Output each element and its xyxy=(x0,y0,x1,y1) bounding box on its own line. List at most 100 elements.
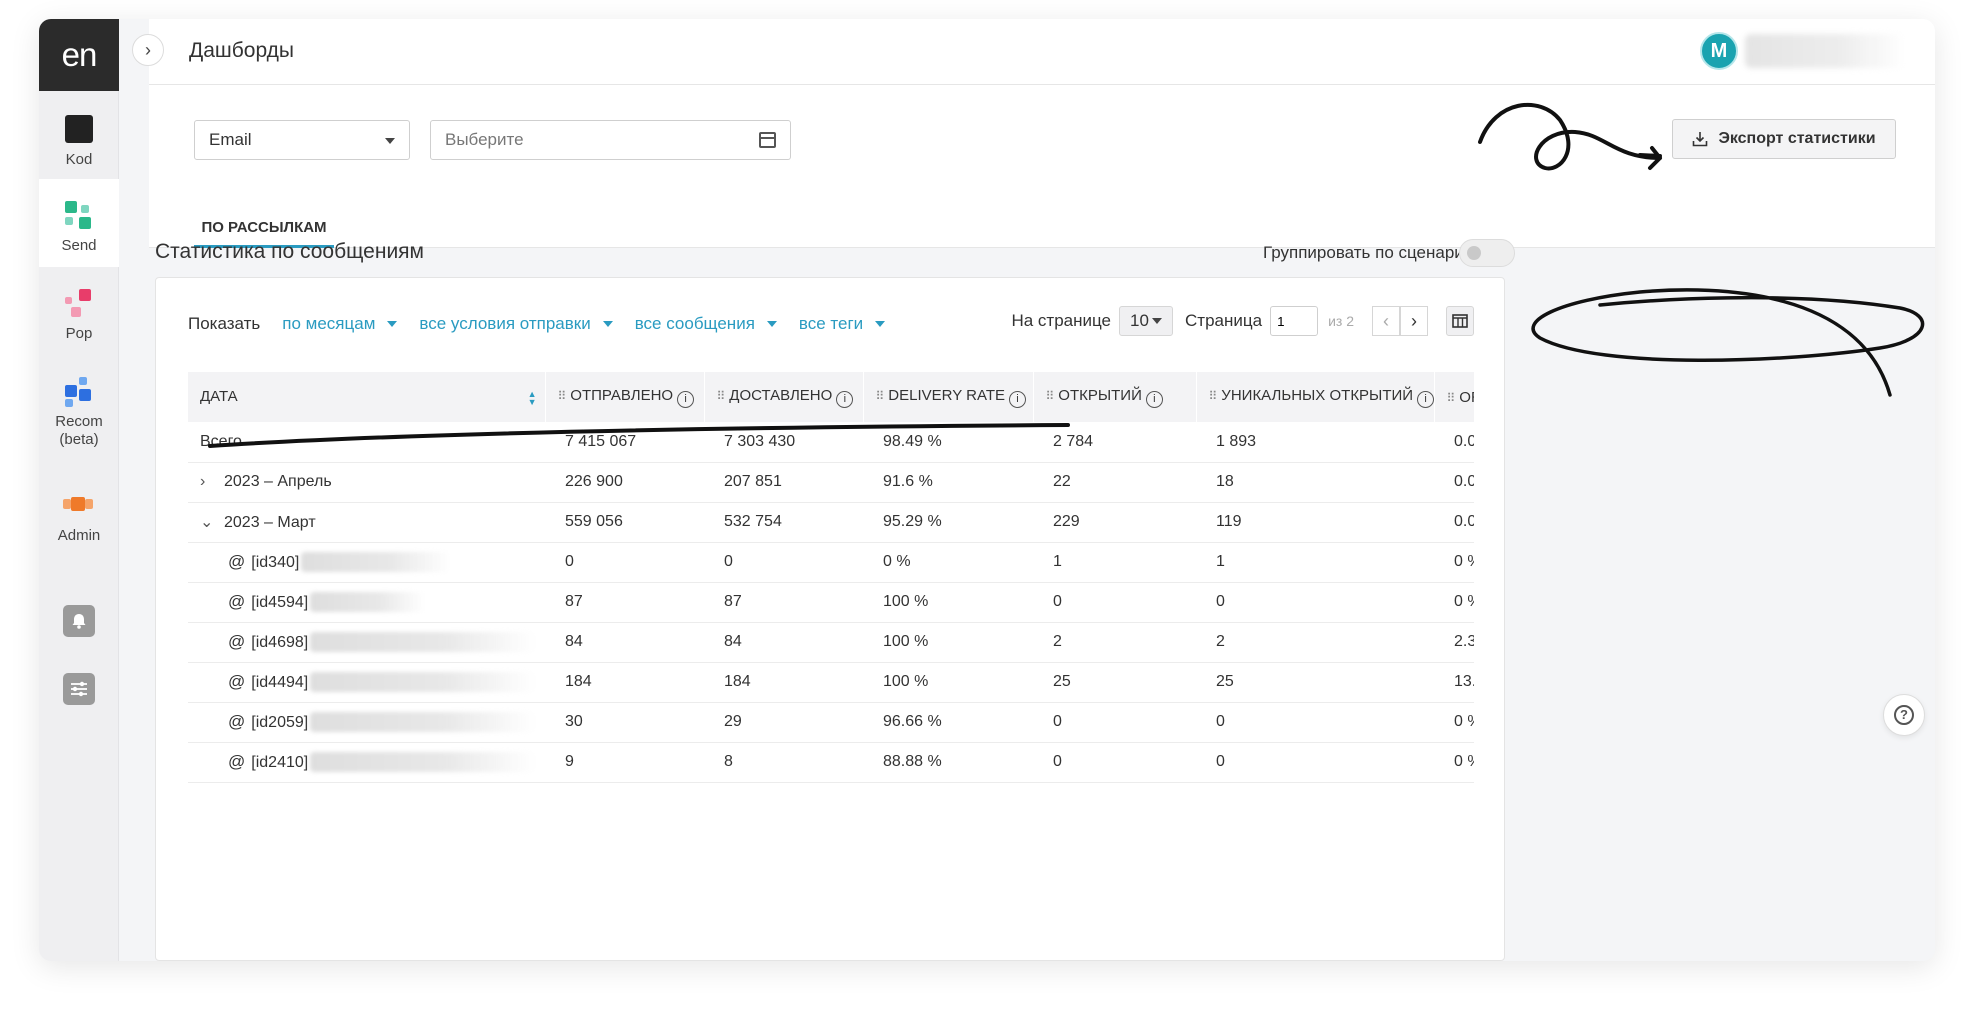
cell-delivered: 7 303 430 xyxy=(704,422,863,463)
chevron-right-icon[interactable]: › xyxy=(200,473,216,491)
message-name-redacted xyxy=(310,592,426,613)
cell-opens: 229 xyxy=(1033,502,1196,543)
sidebar-item-send[interactable]: Send xyxy=(39,179,119,267)
drag-handle-icon[interactable]: ⠿ xyxy=(876,389,885,403)
email-at-icon: @ xyxy=(228,631,246,651)
sidebar-toggle-button[interactable]: › xyxy=(132,34,164,66)
cell-unique-opens: 0 xyxy=(1196,582,1434,623)
table-row-month[interactable]: ⌄ 2023 – Март 559 056 532 754 95.29 % 229… xyxy=(188,502,1474,543)
cell-opens: 1 xyxy=(1033,542,1196,583)
page-title: Дашборды xyxy=(189,39,294,62)
column-header-date[interactable]: Дата ▲ ▼ xyxy=(188,372,546,422)
cell-delivery-rate: 96.66 % xyxy=(863,702,1033,743)
channel-select-value: Email xyxy=(209,130,252,149)
row-label[interactable]: [id4494] xyxy=(251,674,308,691)
drag-handle-icon[interactable]: ⠿ xyxy=(558,389,567,403)
sidebar-item-admin[interactable]: Admin xyxy=(39,469,119,557)
info-icon[interactable]: i xyxy=(677,390,695,408)
row-label[interactable]: [id340] xyxy=(251,554,299,571)
row-label[interactable]: [id4594] xyxy=(251,594,308,611)
table-row-message[interactable]: @ [id2410] 9 8 88.88 % 0 0 0 % xyxy=(188,742,1474,783)
tags-dropdown[interactable]: все теги xyxy=(799,314,886,334)
message-name-redacted xyxy=(301,552,452,573)
chevron-down-icon[interactable]: ⌄ xyxy=(200,512,216,532)
sidebar-item-label: Send xyxy=(61,237,97,254)
table-row-message[interactable]: @ [id4594] 87 87 100 % 0 0 0 % xyxy=(188,582,1474,623)
info-icon[interactable]: i xyxy=(1009,390,1027,408)
column-header-unique-opens[interactable]: ⠿ Уникальных открытий i xyxy=(1196,372,1435,422)
email-at-icon: @ xyxy=(228,751,246,771)
info-icon[interactable]: i xyxy=(836,390,854,408)
table-row-message[interactable]: @ [id340] 0 0 0 % 1 1 0 % xyxy=(188,542,1474,583)
drag-handle-icon[interactable]: ⠿ xyxy=(1447,391,1456,405)
pagination: На странице 10 Страница из 2 ‹ › xyxy=(1011,306,1474,336)
row-label-cell: › 2023 – Апрель xyxy=(188,462,545,503)
table-row-message[interactable]: @ [id4494] 184 184 100 % 25 25 13. xyxy=(188,662,1474,703)
cell-unique-opens: 25 xyxy=(1196,662,1434,703)
page-number-input[interactable] xyxy=(1270,306,1319,336)
sidebar-item-kod[interactable]: Kod xyxy=(39,91,119,179)
email-at-icon: @ xyxy=(228,551,246,571)
drag-handle-icon[interactable]: ⠿ xyxy=(1046,389,1055,403)
help-button[interactable]: ? xyxy=(1883,694,1925,736)
drag-handle-icon[interactable]: ⠿ xyxy=(717,389,726,403)
info-icon[interactable]: i xyxy=(1417,390,1433,408)
cell-sent: 84 xyxy=(545,622,704,663)
period-dropdown[interactable]: по месяцам xyxy=(282,314,398,334)
sort-icon: ▲ ▼ xyxy=(527,389,537,407)
conditions-dropdown[interactable]: все условия отправки xyxy=(419,314,613,334)
cell-delivered: 207 851 xyxy=(704,462,863,503)
cell-or: 0.0 xyxy=(1434,422,1474,463)
page-label: Страница xyxy=(1185,311,1263,330)
cell-delivery-rate: 0 % xyxy=(863,542,1033,583)
message-name-redacted xyxy=(310,632,536,653)
column-header-sent[interactable]: ⠿ Отправлено i xyxy=(545,372,705,422)
date-range-placeholder: Выберите xyxy=(445,130,524,149)
sidebar-item-recom[interactable]: Recom (beta) xyxy=(39,355,119,469)
cell-delivered: 87 xyxy=(704,582,863,623)
row-label: Всего xyxy=(188,422,545,463)
row-label-cell: @ [id4594] xyxy=(188,582,545,623)
calendar-icon xyxy=(759,132,776,148)
settings-sliders-icon[interactable] xyxy=(63,673,95,705)
channel-select[interactable]: Email xyxy=(194,120,410,160)
question-icon: ? xyxy=(1894,705,1914,725)
messages-dropdown[interactable]: все сообщения xyxy=(635,314,777,334)
row-label[interactable]: [id2410] xyxy=(251,754,308,771)
sidebar-item-pop[interactable]: Pop xyxy=(39,267,119,355)
prev-page-button[interactable]: ‹ xyxy=(1372,306,1400,336)
email-at-icon: @ xyxy=(228,711,246,731)
row-label-cell: @ [id4494] xyxy=(188,662,545,703)
row-label[interactable]: [id4698] xyxy=(251,634,308,651)
email-at-icon: @ xyxy=(228,591,246,611)
info-icon[interactable]: i xyxy=(1145,390,1163,408)
avatar[interactable]: M xyxy=(1700,32,1738,70)
sidebar-item-label: Pop xyxy=(65,325,93,342)
bell-icon[interactable] xyxy=(63,605,95,637)
row-label-cell: ⌄ 2023 – Март xyxy=(188,502,545,543)
date-range-input[interactable]: Выберите xyxy=(430,120,791,160)
row-label[interactable]: [id2059] xyxy=(251,714,308,731)
table-row-message[interactable]: @ [id2059] 30 29 96.66 % 0 0 0 % xyxy=(188,702,1474,743)
drag-handle-icon[interactable]: ⠿ xyxy=(1209,389,1218,403)
cell-delivery-rate: 98.49 % xyxy=(863,422,1033,463)
columns-settings-button[interactable] xyxy=(1446,306,1474,336)
row-label-cell: @ [id2410] xyxy=(188,742,545,783)
logo: en xyxy=(39,19,119,91)
user-name-redacted xyxy=(1745,34,1905,68)
group-by-scenario-toggle[interactable] xyxy=(1459,239,1515,267)
next-page-button[interactable]: › xyxy=(1400,306,1428,336)
caret-down-icon xyxy=(1152,318,1163,324)
caret-down-icon xyxy=(766,321,777,327)
column-header-or[interactable]: ⠿OR xyxy=(1434,372,1474,422)
cell-or: 0 % xyxy=(1434,702,1474,743)
tab-by-campaigns[interactable]: ПО РАССЫЛКАМ xyxy=(194,187,334,248)
column-header-delivered[interactable]: ⠿ Доставлено i xyxy=(704,372,864,422)
export-statistics-button[interactable]: Экспорт статистики xyxy=(1672,119,1896,159)
per-page-select[interactable]: 10 xyxy=(1119,306,1174,336)
table-row-month[interactable]: › 2023 – Апрель 226 900 207 851 91.6 % 22… xyxy=(188,462,1474,503)
column-header-delivery-rate[interactable]: ⠿ Delivery rate i xyxy=(863,372,1034,422)
table-row-message[interactable]: @ [id4698] 84 84 100 % 2 2 2.3 xyxy=(188,622,1474,663)
column-header-opens[interactable]: ⠿ Открытий i xyxy=(1033,372,1197,422)
cell-sent: 226 900 xyxy=(545,462,704,503)
